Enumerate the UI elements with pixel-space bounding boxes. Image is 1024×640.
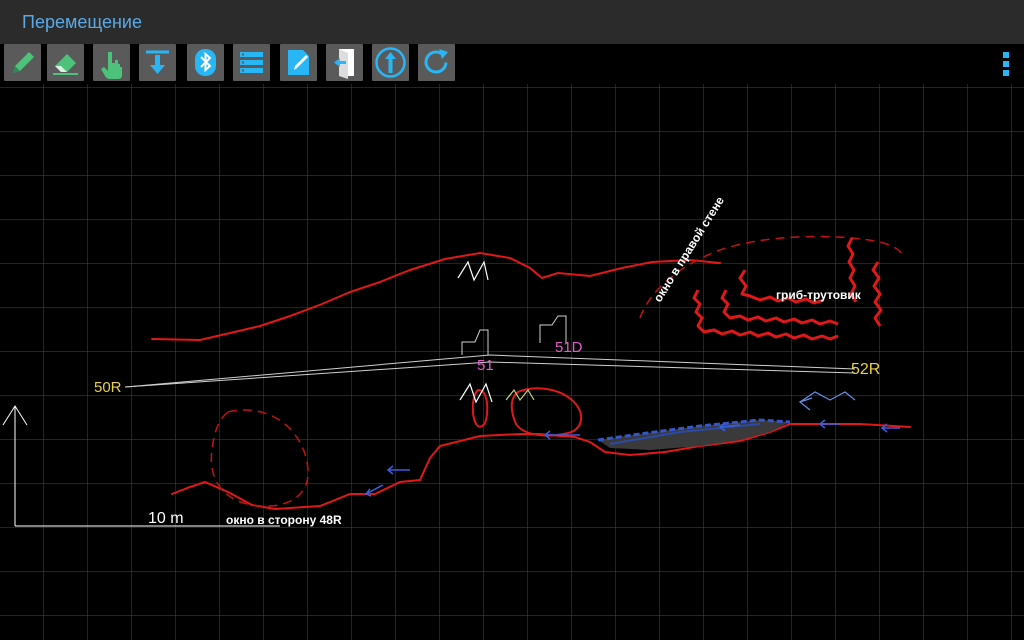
up-arrow-circle-icon <box>375 47 406 78</box>
eraser-icon <box>53 54 78 75</box>
download-arrow-icon <box>146 50 169 74</box>
title-bar: Перемещение <box>0 0 1024 44</box>
note-edit-icon <box>288 50 309 75</box>
refresh-button[interactable] <box>418 44 455 81</box>
list-button[interactable] <box>233 44 270 81</box>
more-vertical-icon <box>1003 52 1009 76</box>
drawing-canvas[interactable]: 50R 51 51D 52R гриб-трутовик окно в прав… <box>0 84 1024 640</box>
station-51d: 51D <box>555 339 583 356</box>
bluetooth-button[interactable] <box>187 44 224 81</box>
exit-door-icon <box>334 49 354 79</box>
toolbar <box>0 44 1024 84</box>
station-51: 51 <box>477 357 494 374</box>
download-button[interactable] <box>139 44 176 81</box>
scale-label: 10 m <box>148 510 184 527</box>
up-arrow-button[interactable] <box>372 44 409 81</box>
label-window-48r: окно в сторону 48R <box>226 513 342 527</box>
overflow-menu-button[interactable] <box>992 46 1020 82</box>
pencil-icon <box>13 52 34 73</box>
hand-pointer-icon <box>101 52 122 79</box>
pencil-button[interactable] <box>4 44 41 81</box>
cave-sketch: 50R 51 51D 52R гриб-трутовик окно в прав… <box>0 84 1024 640</box>
label-fungus: гриб-трутовик <box>776 288 862 302</box>
list-icon <box>240 52 263 73</box>
note-button[interactable] <box>280 44 317 81</box>
station-52r: 52R <box>851 361 880 378</box>
app-title: Перемещение <box>22 12 142 32</box>
bluetooth-icon <box>195 49 216 76</box>
exit-button[interactable] <box>326 44 363 81</box>
refresh-icon <box>424 49 448 74</box>
hand-button[interactable] <box>93 44 130 81</box>
station-50r: 50R <box>94 379 122 396</box>
eraser-button[interactable] <box>47 44 84 81</box>
